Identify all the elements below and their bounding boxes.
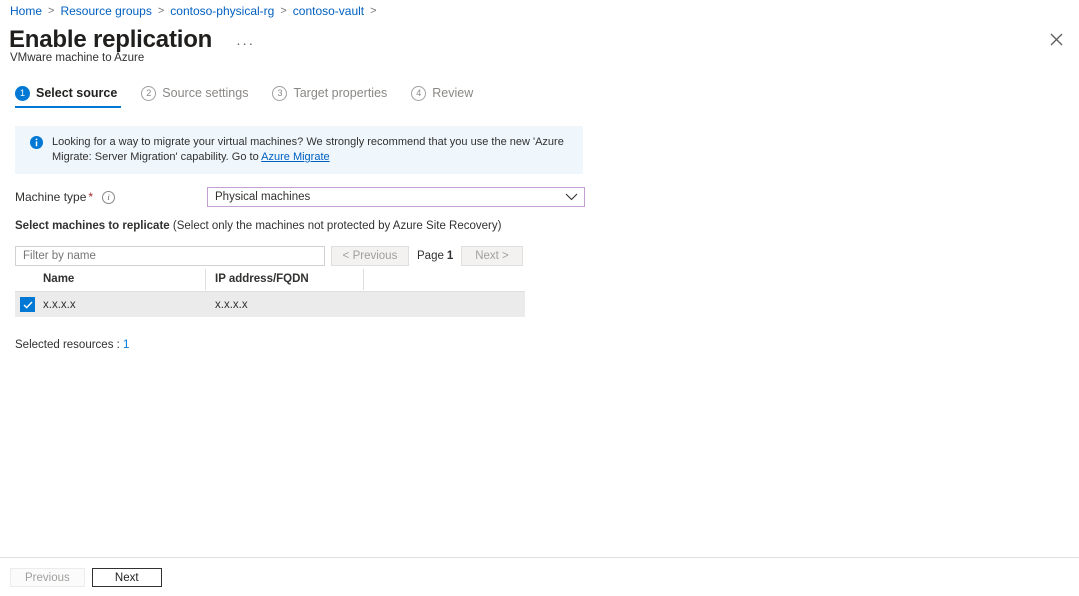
breadcrumb-separator-icon: > [370, 5, 377, 17]
tab-source-settings[interactable]: 2 Source settings [141, 85, 248, 108]
machine-type-selected-value: Physical machines [215, 191, 311, 203]
machine-type-label: Machine type * [15, 190, 94, 204]
more-options-icon[interactable]: ··· [236, 22, 255, 58]
table-row[interactable]: x.x.x.x x.x.x.x [15, 292, 525, 317]
tab-label: Target properties [293, 86, 388, 100]
table-cell-extra [363, 292, 525, 317]
step-number-badge: 2 [141, 85, 157, 101]
tab-select-source[interactable]: 1 Select source [15, 85, 122, 108]
table-header-row: Name IP address/FQDN [15, 267, 525, 292]
tab-review[interactable]: 4 Review [411, 85, 473, 108]
selected-resources-status: Selected resources : 1 [15, 337, 129, 353]
breadcrumb-item-resource-groups[interactable]: Resource groups [60, 3, 151, 19]
info-banner: Looking for a way to migrate your virtua… [15, 126, 583, 174]
tab-label: Select source [36, 86, 118, 100]
column-header-ip-address-fqdn[interactable]: IP address/FQDN [205, 267, 363, 292]
breadcrumb-item-contoso-vault[interactable]: contoso-vault [293, 3, 364, 19]
breadcrumb-item-home[interactable]: Home [10, 3, 42, 19]
chevron-down-icon [565, 193, 578, 201]
breadcrumb: Home > Resource groups > contoso-physica… [10, 3, 383, 19]
step-number-badge: 3 [272, 85, 288, 101]
close-icon [1050, 33, 1062, 45]
next-button[interactable]: Next [91, 568, 162, 587]
info-banner-text: Looking for a way to migrate your virtua… [52, 135, 573, 165]
wizard-steps: 1 Select source 2 Source settings 3 Targ… [15, 85, 497, 108]
column-header-name[interactable]: Name [15, 267, 205, 292]
info-circle-filled-icon [30, 136, 43, 154]
required-indicator: * [88, 190, 94, 204]
selected-resources-label: Selected resources : [15, 339, 120, 351]
pager-page-number: 1 [446, 250, 454, 262]
tab-label: Review [432, 86, 474, 100]
info-circle-outline-icon[interactable]: i [102, 190, 116, 204]
select-machines-heading-bold: Select machines to replicate [15, 220, 170, 232]
step-number-badge: 4 [411, 85, 427, 101]
row-checkbox[interactable] [20, 297, 35, 312]
breadcrumb-item-contoso-physical-rg[interactable]: contoso-physical-rg [170, 3, 274, 19]
breadcrumb-separator-icon: > [280, 5, 287, 17]
previous-button[interactable]: Previous [10, 568, 85, 587]
table-cell-ip: x.x.x.x [215, 298, 248, 311]
pager-previous-button[interactable]: < Previous [331, 246, 409, 266]
table-cell-name: x.x.x.x [15, 292, 205, 317]
page-subtitle: VMware machine to Azure [10, 52, 145, 64]
pager-next-button[interactable]: Next > [461, 246, 523, 266]
machines-table: Name IP address/FQDN x.x.x.x x.x.x.x [15, 267, 525, 317]
selected-resources-count: 1 [123, 339, 130, 351]
footer-actions: Previous Next [10, 568, 169, 587]
filter-by-name-input[interactable] [15, 246, 325, 266]
select-machines-heading-note: (Select only the machines not protected … [169, 220, 502, 232]
enable-replication-blade: Home > Resource groups > contoso-physica… [0, 0, 1079, 596]
step-number-badge: 1 [15, 85, 30, 101]
footer-divider [0, 557, 1079, 558]
machine-name-value: x.x.x.x [43, 298, 76, 311]
tab-label: Source settings [162, 86, 249, 100]
machine-type-dropdown[interactable]: Physical machines [207, 187, 585, 207]
pager-page-indicator: Page 1 [417, 246, 453, 266]
breadcrumb-separator-icon: > [157, 5, 165, 17]
machine-type-field-row: Machine type * i [15, 188, 116, 206]
select-machines-heading: Select machines to replicate (Select onl… [15, 218, 501, 234]
azure-migrate-link[interactable]: Azure Migrate [261, 151, 329, 163]
close-button[interactable] [1043, 26, 1069, 52]
pager-page-text: Page [417, 250, 444, 262]
column-header-extra [363, 267, 525, 292]
breadcrumb-separator-icon: > [48, 5, 55, 17]
tab-target-properties[interactable]: 3 Target properties [272, 85, 387, 108]
